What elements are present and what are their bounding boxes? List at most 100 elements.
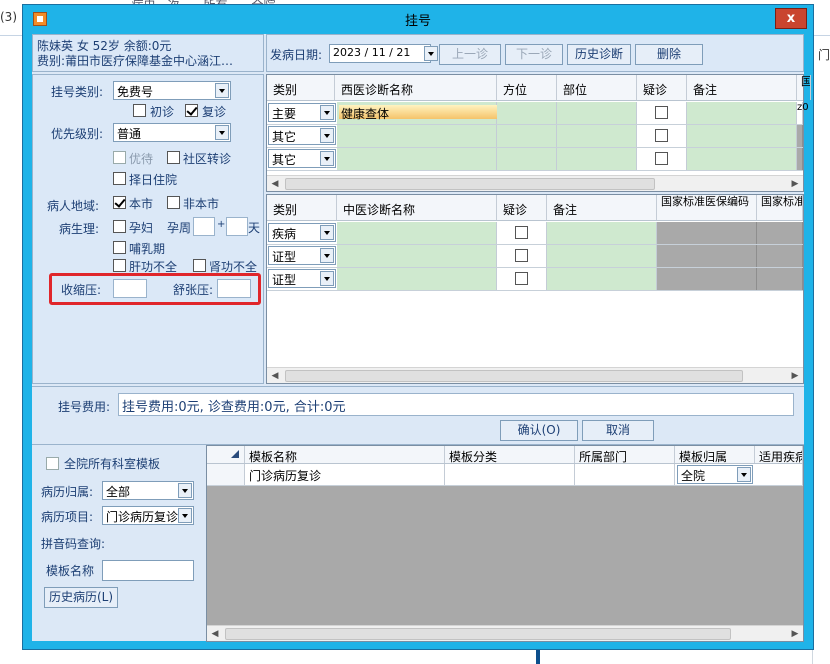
tcm-row-suspect-checkbox[interactable] (515, 249, 528, 262)
record-belong-dropdown-icon[interactable] (178, 483, 192, 498)
tpl-row-name[interactable]: 门诊病历复诊 (245, 464, 445, 485)
template-name-input[interactable] (102, 560, 194, 581)
west-row-direction-cell[interactable] (497, 125, 557, 147)
record-item-dropdown-icon[interactable] (178, 508, 192, 523)
first-visit-checkbox[interactable] (133, 104, 146, 117)
tcm-col-type[interactable]: 类别 (267, 195, 337, 220)
tcm-row-suspect-checkbox[interactable] (515, 226, 528, 239)
west-row-suspect-checkbox[interactable] (655, 152, 668, 165)
dialog-titlebar[interactable]: 挂号 x (23, 5, 813, 33)
scroll-left-arrow-icon[interactable]: ◀ (267, 368, 283, 384)
tcm-col-insurance-code[interactable]: 国家标准医保编码 (657, 195, 757, 220)
scroll-right-arrow-icon[interactable]: ▶ (787, 626, 803, 642)
preferential-checkbox[interactable] (113, 151, 126, 164)
reg-type-select[interactable]: 免费号 (113, 81, 231, 100)
west-row-name-cell[interactable]: 健康查体 (337, 102, 497, 124)
west-row-type-dropdown-icon[interactable] (320, 128, 334, 143)
lactation-checkbox[interactable] (113, 241, 126, 254)
tcm-row-type-dropdown-icon[interactable] (320, 225, 334, 240)
scroll-left-arrow-icon[interactable]: ◀ (267, 176, 283, 192)
liver-insufficiency-checkbox[interactable] (113, 259, 126, 272)
tpl-row-owner-dropdown-icon[interactable] (737, 467, 751, 482)
west-col-type[interactable]: 类别 (267, 75, 335, 100)
return-visit-checkbox[interactable] (185, 104, 198, 117)
tcm-col-name[interactable]: 中医诊断名称 (337, 195, 497, 220)
day-hospital-checkbox[interactable] (113, 172, 126, 185)
priority-select[interactable]: 普通 (113, 123, 231, 142)
scroll-thumb[interactable] (285, 370, 743, 382)
delete-button[interactable]: 删除 (635, 44, 703, 65)
west-row-remark-cell[interactable] (687, 125, 797, 147)
local-checkbox[interactable] (113, 196, 126, 209)
pregnancy-week-input[interactable] (193, 217, 215, 236)
tpl-col-dept[interactable]: 所属部门 (575, 446, 675, 463)
west-col-suspect[interactable]: 疑诊 (637, 75, 687, 100)
scroll-left-arrow-icon[interactable]: ◀ (207, 626, 223, 642)
west-row-type-dropdown-icon[interactable] (320, 151, 334, 166)
tcm-row-remark-cell[interactable] (547, 268, 657, 290)
west-row-remark-cell[interactable] (687, 148, 797, 170)
scroll-thumb[interactable] (225, 628, 731, 640)
west-row[interactable]: 其它 (267, 148, 803, 171)
template-grid-hscrollbar[interactable]: ◀ ▶ (207, 625, 803, 641)
reg-type-dropdown-icon[interactable] (215, 83, 229, 98)
west-row-site-cell[interactable] (557, 148, 637, 170)
kidney-insufficiency-checkbox[interactable] (193, 259, 206, 272)
west-row-suspect-checkbox[interactable] (655, 129, 668, 142)
diastolic-input[interactable] (217, 279, 251, 298)
tcm-row[interactable]: 证型 (267, 268, 803, 291)
west-col-name[interactable]: 西医诊断名称 (335, 75, 497, 100)
confirm-button[interactable]: 确认(O) (500, 420, 578, 441)
west-col-national[interactable]: 国家 (797, 75, 811, 100)
tcm-row-type-dropdown-icon[interactable] (320, 271, 334, 286)
tcm-row-remark-cell[interactable] (547, 245, 657, 267)
west-row[interactable]: 其它 (267, 125, 803, 148)
community-referral-checkbox[interactable] (167, 151, 180, 164)
template-row[interactable]: 门诊病历复诊 全院 (207, 464, 803, 486)
pregnant-checkbox[interactable] (113, 220, 126, 233)
west-row-direction-cell[interactable] (497, 102, 557, 124)
next-diagnosis-button[interactable]: 下一诊 (505, 44, 563, 65)
tcm-col-standard-name[interactable]: 国家标准名称 (757, 195, 803, 220)
west-row-name-cell[interactable] (337, 125, 497, 147)
scroll-right-arrow-icon[interactable]: ▶ (787, 176, 803, 192)
tcm-row-type-dropdown-icon[interactable] (320, 248, 334, 263)
prev-diagnosis-button[interactable]: 上一诊 (439, 44, 501, 65)
tcm-row-suspect-checkbox[interactable] (515, 272, 528, 285)
scroll-right-arrow-icon[interactable]: ▶ (787, 368, 803, 384)
west-row[interactable]: 主要 健康查体 z0 (267, 102, 809, 125)
close-button[interactable]: x (775, 8, 807, 29)
tpl-col-disease[interactable]: 适用疾病 (755, 446, 803, 463)
west-row-direction-cell[interactable] (497, 148, 557, 170)
west-col-direction[interactable]: 方位 (497, 75, 557, 100)
west-row-site-cell[interactable] (557, 125, 637, 147)
tcm-row-name-cell[interactable] (337, 268, 497, 290)
pregnancy-day-input[interactable] (226, 217, 248, 236)
tcm-row-remark-cell[interactable] (547, 222, 657, 244)
all-depts-checkbox[interactable] (46, 457, 59, 470)
onset-date-picker[interactable]: 2023 / 11 / 21 (329, 44, 431, 63)
systolic-input[interactable] (113, 279, 147, 298)
tcm-col-remark[interactable]: 备注 (547, 195, 657, 220)
tcm-row[interactable]: 疾病 (267, 222, 803, 245)
west-col-remark[interactable]: 备注 (687, 75, 797, 100)
background-tab[interactable]: (3) (0, 10, 20, 32)
west-row-remark-cell[interactable] (687, 102, 797, 124)
nonlocal-checkbox[interactable] (167, 196, 180, 209)
tpl-col-owner[interactable]: 模板归属 (675, 446, 755, 463)
west-row-site-cell[interactable] (557, 102, 637, 124)
tcm-row-name-cell[interactable] (337, 222, 497, 244)
west-row-type-dropdown-icon[interactable] (320, 105, 334, 120)
tcm-row-name-cell[interactable] (337, 245, 497, 267)
west-col-site[interactable]: 部位 (557, 75, 637, 100)
west-row-suspect-checkbox[interactable] (655, 106, 668, 119)
scroll-thumb[interactable] (285, 178, 655, 190)
date-dropdown-icon[interactable] (424, 46, 438, 61)
history-diagnosis-button[interactable]: 历史诊断 (567, 44, 631, 65)
tcm-grid-hscrollbar[interactable]: ◀ ▶ (267, 367, 803, 383)
tpl-col-category[interactable]: 模板分类 (445, 446, 575, 463)
west-grid-hscrollbar[interactable]: ◀ ▶ (267, 175, 803, 191)
tcm-row[interactable]: 证型 (267, 245, 803, 268)
cancel-button[interactable]: 取消 (582, 420, 654, 441)
tcm-col-suspect[interactable]: 疑诊 (497, 195, 547, 220)
